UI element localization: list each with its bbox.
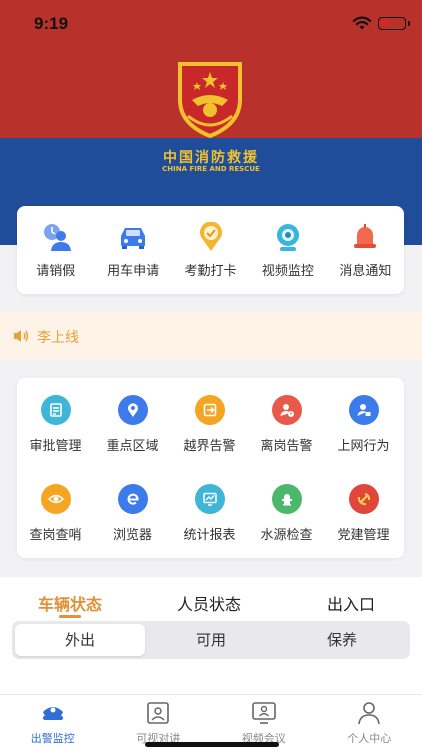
location-icon [117, 395, 148, 425]
bell-icon [354, 224, 377, 248]
nav-label: 出警监控 [30, 732, 75, 745]
quick-action-checkin[interactable]: 考勤打卡 [172, 206, 249, 294]
grid-item-post-check[interactable]: 查岗查哨 [17, 484, 94, 543]
grid-item-label: 上网行为 [337, 439, 390, 454]
chart-icon [194, 484, 225, 514]
nav-item-profile[interactable]: 个人中心 [317, 695, 422, 750]
grid-item-label: 审批管理 [29, 439, 82, 454]
party-icon [348, 484, 379, 514]
speaker-icon [14, 330, 29, 342]
grid-item-label: 浏览器 [112, 528, 152, 543]
org-name: 中国消防救援 [163, 150, 259, 166]
internet-user-icon [348, 395, 379, 425]
grid-item-label: 重点区域 [106, 439, 159, 454]
camera-icon [276, 224, 299, 251]
segment-available[interactable]: 可用 [146, 624, 276, 656]
quick-action-label: 考勤打卡 [184, 264, 237, 279]
tab-entrance[interactable]: 出入口 [327, 591, 375, 615]
check-in-icon [199, 222, 222, 251]
grid-item-absence-alarm[interactable]: 离岗告警 [248, 395, 325, 454]
approval-icon [40, 395, 71, 425]
quick-action-label: 用车申请 [107, 264, 160, 279]
grid-item-label: 越界告警 [183, 439, 236, 454]
grid-item-label: 水源检查 [260, 528, 313, 543]
grid-item-key-area[interactable]: 重点区域 [94, 395, 171, 454]
nav-item-dispatch-monitor[interactable]: 出警监控 [0, 695, 106, 750]
status-bar: 9:19 [0, 0, 422, 46]
quick-action-notice[interactable]: 消息通知 [327, 206, 404, 294]
notice-text: 李上线 [37, 330, 79, 346]
grid-item-label: 离岗告警 [260, 439, 313, 454]
home-indicator [145, 742, 279, 747]
grid-item-water-check[interactable]: 水源检查 [248, 484, 325, 543]
notice-bar[interactable]: 李上线 [0, 312, 422, 360]
grid-item-internet-behavior[interactable]: 上网行为 [325, 395, 402, 454]
status-time: 9:19 [34, 14, 69, 33]
leave-request-icon [43, 224, 71, 251]
hydrant-icon [271, 484, 302, 514]
grid-item-statistics[interactable]: 统计报表 [171, 484, 248, 543]
segment-out[interactable]: 外出 [15, 624, 145, 656]
grid-item-label: 统计报表 [183, 528, 236, 543]
function-grid-card: 审批管理 重点区域 越界告警 离岗告警 上网行为 查岗查哨 浏览器 统计报表 水… [17, 378, 404, 558]
segmented-control: 外出 可用 保养 [12, 621, 410, 659]
nav-label: 个人中心 [347, 732, 392, 745]
status-tabs-panel: 车辆状态 人员状态 出入口 外出 可用 保养 [0, 577, 422, 694]
org-name-en: CHINA FIRE AND RESCUE [162, 165, 260, 173]
browser-icon [117, 484, 148, 514]
battery-level [381, 20, 387, 26]
video-conference-icon [251, 702, 276, 724]
active-tab-underline [59, 615, 81, 618]
profile-icon [358, 702, 381, 725]
quick-action-label: 消息通知 [339, 264, 392, 279]
grid-item-label: 查岗查哨 [29, 528, 82, 543]
segment-maintenance[interactable]: 保养 [277, 624, 407, 656]
quick-actions-card: 请销假 用车申请 考勤打卡 视频监控 消息通知 [17, 206, 404, 294]
quick-action-car[interactable]: 用车申请 [94, 206, 171, 294]
grid-item-party-building[interactable]: 党建管理 [325, 484, 402, 543]
battery-icon [378, 17, 410, 30]
boundary-icon [194, 395, 225, 425]
wifi-icon [352, 16, 372, 30]
grid-item-approval[interactable]: 审批管理 [17, 395, 94, 454]
person-alert-icon [271, 395, 302, 425]
tab-vehicle-status[interactable]: 车辆状态 [38, 591, 102, 615]
quick-action-label: 请销假 [36, 264, 76, 279]
quick-action-video[interactable]: 视频监控 [249, 206, 326, 294]
fire-rescue-emblem-icon [178, 62, 242, 139]
grid-item-boundary-alarm[interactable]: 越界告警 [171, 395, 248, 454]
quick-action-label: 视频监控 [261, 264, 314, 279]
car-icon [121, 228, 146, 249]
tab-personnel-status[interactable]: 人员状态 [177, 591, 241, 615]
police-cap-icon [42, 707, 63, 720]
video-intercom-icon [147, 702, 170, 724]
grid-item-browser[interactable]: 浏览器 [94, 484, 171, 543]
grid-item-label: 党建管理 [337, 528, 390, 543]
quick-action-leave[interactable]: 请销假 [17, 206, 94, 294]
eye-icon [40, 484, 71, 514]
